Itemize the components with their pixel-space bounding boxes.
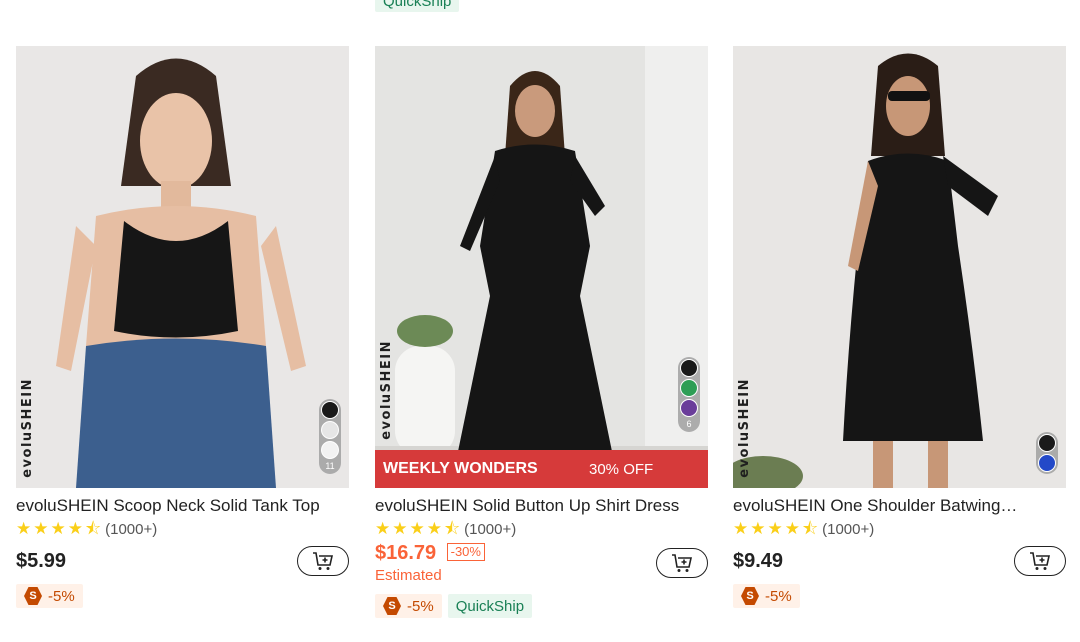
sale-price: $16.79 xyxy=(375,542,437,564)
coupon-icon: S xyxy=(383,597,401,615)
coupon-tag: S -5% xyxy=(375,594,442,618)
product-photo-tank-top xyxy=(16,46,349,488)
coupon-icon: S xyxy=(24,587,42,605)
coupon-icon: S xyxy=(741,587,759,605)
half-star-icon: ⯪ xyxy=(444,519,461,538)
review-count: (1000+) xyxy=(464,520,517,538)
product-photo-one-shoulder-dress xyxy=(733,46,1066,488)
coupon-tag: S -5% xyxy=(733,584,800,608)
half-star-icon: ⯪ xyxy=(802,519,819,538)
half-star-icon: ⯪ xyxy=(85,519,102,538)
product-image[interactable]: evoluSHEIN 11 xyxy=(16,46,349,488)
color-swatch[interactable] xyxy=(1038,454,1056,472)
add-to-cart-icon xyxy=(313,552,333,570)
star-icon: ★ xyxy=(16,519,32,538)
review-count: (1000+) xyxy=(105,520,158,538)
product-title[interactable]: evoluSHEIN Scoop Neck Solid Tank Top xyxy=(16,496,349,516)
star-icon: ★ xyxy=(50,519,66,538)
star-icon: ★ xyxy=(784,519,800,538)
add-to-cart-button[interactable] xyxy=(656,548,708,578)
coupon-tag: S -5% xyxy=(16,584,83,608)
product-title[interactable]: evoluSHEIN Solid Button Up Shirt Dress xyxy=(375,496,708,516)
brand-watermark: evoluSHEIN xyxy=(379,340,394,440)
promo-banner: WEEKLY WONDERS 30% OFF xyxy=(375,450,708,488)
star-icon: ★ xyxy=(392,519,408,538)
swatch-count: 11 xyxy=(325,461,335,471)
color-swatches[interactable] xyxy=(1036,432,1058,474)
quickship-tag-partial: QuickShip xyxy=(375,0,460,12)
rating: ★ ★ ★ ★ ⯪ (1000+) xyxy=(375,520,708,538)
price-note: Estimated xyxy=(375,567,442,584)
rating: ★ ★ ★ ★ ⯪ (1000+) xyxy=(733,520,1066,538)
product-card[interactable]: evoluSHEIN 6 WEEKLY WONDERS 30% OFF evol… xyxy=(375,46,708,618)
star-icon: ★ xyxy=(767,519,783,538)
star-icon: ★ xyxy=(409,519,425,538)
product-title[interactable]: evoluSHEIN One Shoulder Batwing… xyxy=(733,496,1066,516)
color-swatch[interactable] xyxy=(680,399,698,417)
coupon-label: -5% xyxy=(48,587,75,605)
star-icon: ★ xyxy=(33,519,49,538)
coupon-label: -5% xyxy=(765,587,792,605)
swatch-count: 6 xyxy=(686,419,692,429)
color-swatch[interactable] xyxy=(321,441,339,459)
rating: ★ ★ ★ ★ ⯪ (1000+) xyxy=(16,520,349,538)
product-card[interactable]: evoluSHEIN evoluSHEIN One Shoulder Batwi… xyxy=(733,46,1066,608)
add-to-cart-icon xyxy=(1030,552,1050,570)
coupon-label: -5% xyxy=(407,597,434,615)
star-icon: ★ xyxy=(67,519,83,538)
color-swatch[interactable] xyxy=(321,401,339,419)
promo-title: WEEKLY WONDERS xyxy=(383,460,538,477)
review-count: (1000+) xyxy=(822,520,875,538)
discount-badge: -30% xyxy=(446,543,485,561)
brand-watermark: evoluSHEIN xyxy=(20,378,35,478)
color-swatches[interactable]: 11 xyxy=(319,399,341,474)
add-to-cart-icon xyxy=(672,554,692,572)
color-swatch[interactable] xyxy=(1038,434,1056,452)
quickship-tag: QuickShip xyxy=(447,594,533,618)
product-image[interactable]: evoluSHEIN xyxy=(733,46,1066,488)
star-icon: ★ xyxy=(426,519,442,538)
price: $9.49 xyxy=(733,549,784,572)
color-swatches[interactable]: 6 xyxy=(678,357,700,432)
product-photo-shirt-dress xyxy=(375,46,708,488)
color-swatch[interactable] xyxy=(680,359,698,377)
promo-discount: 30% OFF xyxy=(589,460,654,478)
add-to-cart-button[interactable] xyxy=(1014,546,1066,576)
brand-watermark: evoluSHEIN xyxy=(737,378,752,478)
color-swatch[interactable] xyxy=(321,421,339,439)
price: $5.99 xyxy=(16,549,67,572)
star-icon: ★ xyxy=(733,519,749,538)
add-to-cart-button[interactable] xyxy=(297,546,349,576)
product-card[interactable]: evoluSHEIN 11 evoluSHEIN Scoop Neck Soli… xyxy=(16,46,349,608)
color-swatch[interactable] xyxy=(680,379,698,397)
star-icon: ★ xyxy=(750,519,766,538)
star-icon: ★ xyxy=(375,519,391,538)
product-image[interactable]: evoluSHEIN 6 WEEKLY WONDERS 30% OFF xyxy=(375,46,708,488)
